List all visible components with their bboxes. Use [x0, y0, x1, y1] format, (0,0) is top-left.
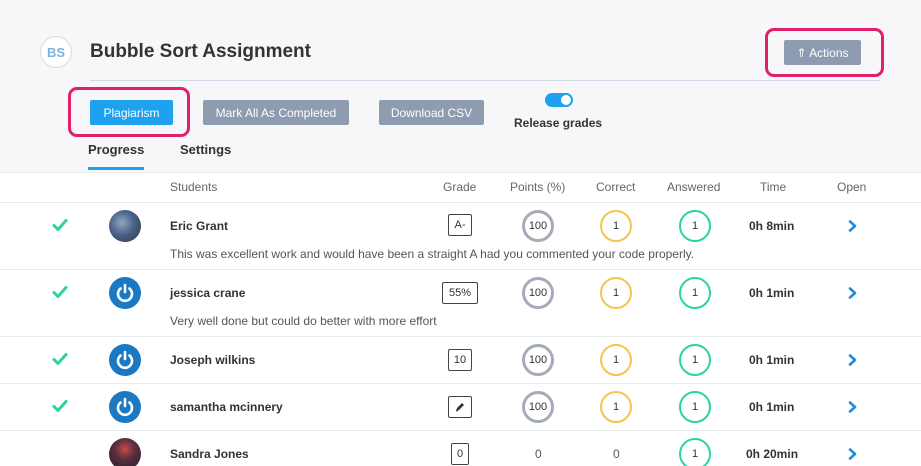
chevron-right-icon[interactable]: [848, 220, 857, 232]
column-header-correct: Correct: [596, 180, 636, 194]
check-icon: [52, 286, 68, 298]
download-csv-button[interactable]: Download CSV: [379, 100, 484, 125]
answered-ring: 1: [679, 344, 711, 376]
row-divider: [0, 336, 921, 337]
student-name[interactable]: samantha mcinnery: [170, 400, 283, 414]
page-title: Bubble Sort Assignment: [90, 41, 311, 62]
power-icon: [116, 397, 134, 417]
points-ring: 100: [522, 391, 554, 423]
tab-progress[interactable]: Progress: [88, 142, 144, 157]
row-divider: [0, 202, 921, 203]
answered-ring: 1: [679, 210, 711, 242]
chevron-right-icon[interactable]: [848, 287, 857, 299]
power-icon: [116, 350, 134, 370]
correct-ring: 1: [600, 210, 632, 242]
pen-icon: [455, 403, 464, 412]
grade-comment: This was excellent work and would have b…: [170, 247, 695, 261]
correct-ring: 1: [600, 391, 632, 423]
assignment-initials-badge: BS: [40, 36, 72, 68]
answered-ring: 1: [679, 391, 711, 423]
correct-ring: 1: [600, 344, 632, 376]
header-divider: [0, 172, 921, 173]
row-divider: [0, 430, 921, 431]
release-grades-toggle[interactable]: [545, 93, 573, 107]
avatar: [109, 438, 141, 466]
correct-ring: 1: [600, 277, 632, 309]
tab-settings[interactable]: Settings: [180, 142, 231, 157]
column-header-grade: Grade: [443, 180, 477, 194]
row-divider: [0, 269, 921, 270]
avatar: [109, 210, 141, 242]
avatar: [109, 344, 141, 376]
grade-box[interactable]: A-: [448, 214, 472, 236]
student-name[interactable]: jessica crane: [170, 286, 245, 300]
avatar: [109, 277, 141, 309]
column-header-answered: Answered: [667, 180, 721, 194]
points-ring: 100: [522, 210, 554, 242]
check-icon: [52, 353, 68, 365]
plagiarism-button[interactable]: Plagiarism: [90, 100, 173, 125]
column-header-time: Time: [760, 180, 787, 194]
answered-ring: 1: [679, 277, 711, 309]
student-name[interactable]: Joseph wilkins: [170, 353, 255, 367]
column-header-points: Points (%): [510, 180, 566, 194]
mark-all-completed-button[interactable]: Mark All As Completed: [203, 100, 349, 125]
grade-box[interactable]: [448, 396, 472, 418]
student-name[interactable]: Sandra Jones: [170, 447, 249, 461]
title-divider: [90, 80, 880, 81]
toggle-knob: [561, 95, 571, 105]
actions-button[interactable]: ⇑ Actions: [784, 40, 861, 65]
time-spent: 0h 1min: [749, 353, 795, 367]
check-icon: [52, 219, 68, 231]
chevron-right-icon[interactable]: [848, 354, 857, 366]
answered-ring: 1: [679, 438, 711, 466]
points-ring: 100: [522, 277, 554, 309]
assignment-header: BS Bubble Sort Assignment ⇑ Actions Plag…: [0, 0, 921, 172]
grade-box[interactable]: 10: [448, 349, 472, 371]
correct-value: 0: [613, 447, 620, 461]
points-ring: 100: [522, 344, 554, 376]
column-header-open: Open: [837, 180, 867, 194]
release-grades-label: Release grades: [514, 116, 603, 130]
active-tab-indicator: [88, 167, 144, 170]
points-value: 0: [535, 447, 542, 461]
check-icon: [52, 400, 68, 412]
power-icon: [116, 283, 134, 303]
time-spent: 0h 1min: [749, 286, 795, 300]
time-spent: 0h 8min: [749, 219, 795, 233]
avatar: [109, 391, 141, 423]
time-spent: 0h 20min: [746, 447, 799, 461]
time-spent: 0h 1min: [749, 400, 795, 414]
column-header-students: Students: [170, 180, 218, 194]
grade-box[interactable]: 55%: [442, 282, 478, 304]
student-name[interactable]: Eric Grant: [170, 219, 228, 233]
grade-box[interactable]: 0: [451, 443, 469, 465]
row-divider: [0, 383, 921, 384]
chevron-right-icon[interactable]: [848, 401, 857, 413]
grade-comment: Very well done but could do better with …: [170, 314, 437, 328]
chevron-right-icon[interactable]: [848, 448, 857, 460]
